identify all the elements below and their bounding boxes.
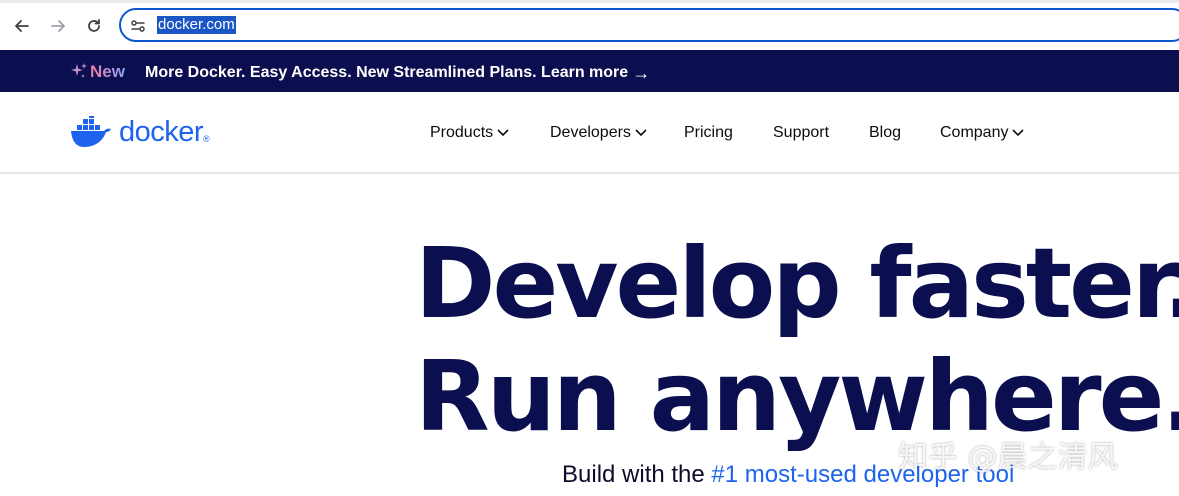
forward-button[interactable] <box>44 12 72 40</box>
arrow-right-icon: → <box>632 63 651 83</box>
nav-blog[interactable]: Blog <box>869 124 901 142</box>
tab-strip-edge <box>0 0 1179 3</box>
nav-label: Developers <box>550 124 631 141</box>
nav-developers[interactable]: Developers <box>550 124 647 142</box>
tune-icon[interactable] <box>130 18 146 34</box>
hero-headline-line1: Develop faster. <box>415 227 1179 340</box>
arrow-left-icon <box>15 20 29 32</box>
main-nav: Products Developers Pricing Support Blog… <box>0 124 1179 144</box>
nav-label: Pricing <box>684 124 733 141</box>
chevron-down-icon <box>635 129 647 137</box>
announcement-link[interactable]: More Docker. Easy Access. New Streamline… <box>145 63 650 83</box>
back-button[interactable] <box>8 12 36 40</box>
browser-toolbar: docker.com <box>0 0 1179 50</box>
hero-subtitle-prefix: Build with the <box>562 461 712 488</box>
reload-button[interactable] <box>80 12 108 40</box>
new-badge: New <box>90 62 125 81</box>
arrow-right-icon <box>51 20 65 32</box>
url-text[interactable]: docker.com <box>157 16 236 34</box>
nav-pricing[interactable]: Pricing <box>684 124 733 142</box>
announcement-bar: New More Docker. Easy Access. New Stream… <box>0 50 1179 92</box>
announcement-text: More Docker. Easy Access. New Streamline… <box>145 64 629 81</box>
nav-label: Blog <box>869 124 902 141</box>
watermark: 知乎 @晨之清风 <box>898 440 1118 475</box>
address-bar[interactable]: docker.com <box>119 8 1179 42</box>
sparkle-icon <box>71 63 87 78</box>
chevron-down-icon <box>1012 129 1025 137</box>
nav-company[interactable]: Company <box>940 124 1025 142</box>
nav-label: Support <box>773 124 830 141</box>
nav-support[interactable]: Support <box>773 124 829 142</box>
reload-icon <box>88 19 100 32</box>
nav-label: Company <box>940 124 1009 141</box>
nav-label: Products <box>430 124 494 141</box>
nav-products[interactable]: Products <box>430 124 509 142</box>
site-header: docker ® Products Developers Pricing Sup… <box>0 92 1179 174</box>
chevron-down-icon <box>497 129 509 137</box>
